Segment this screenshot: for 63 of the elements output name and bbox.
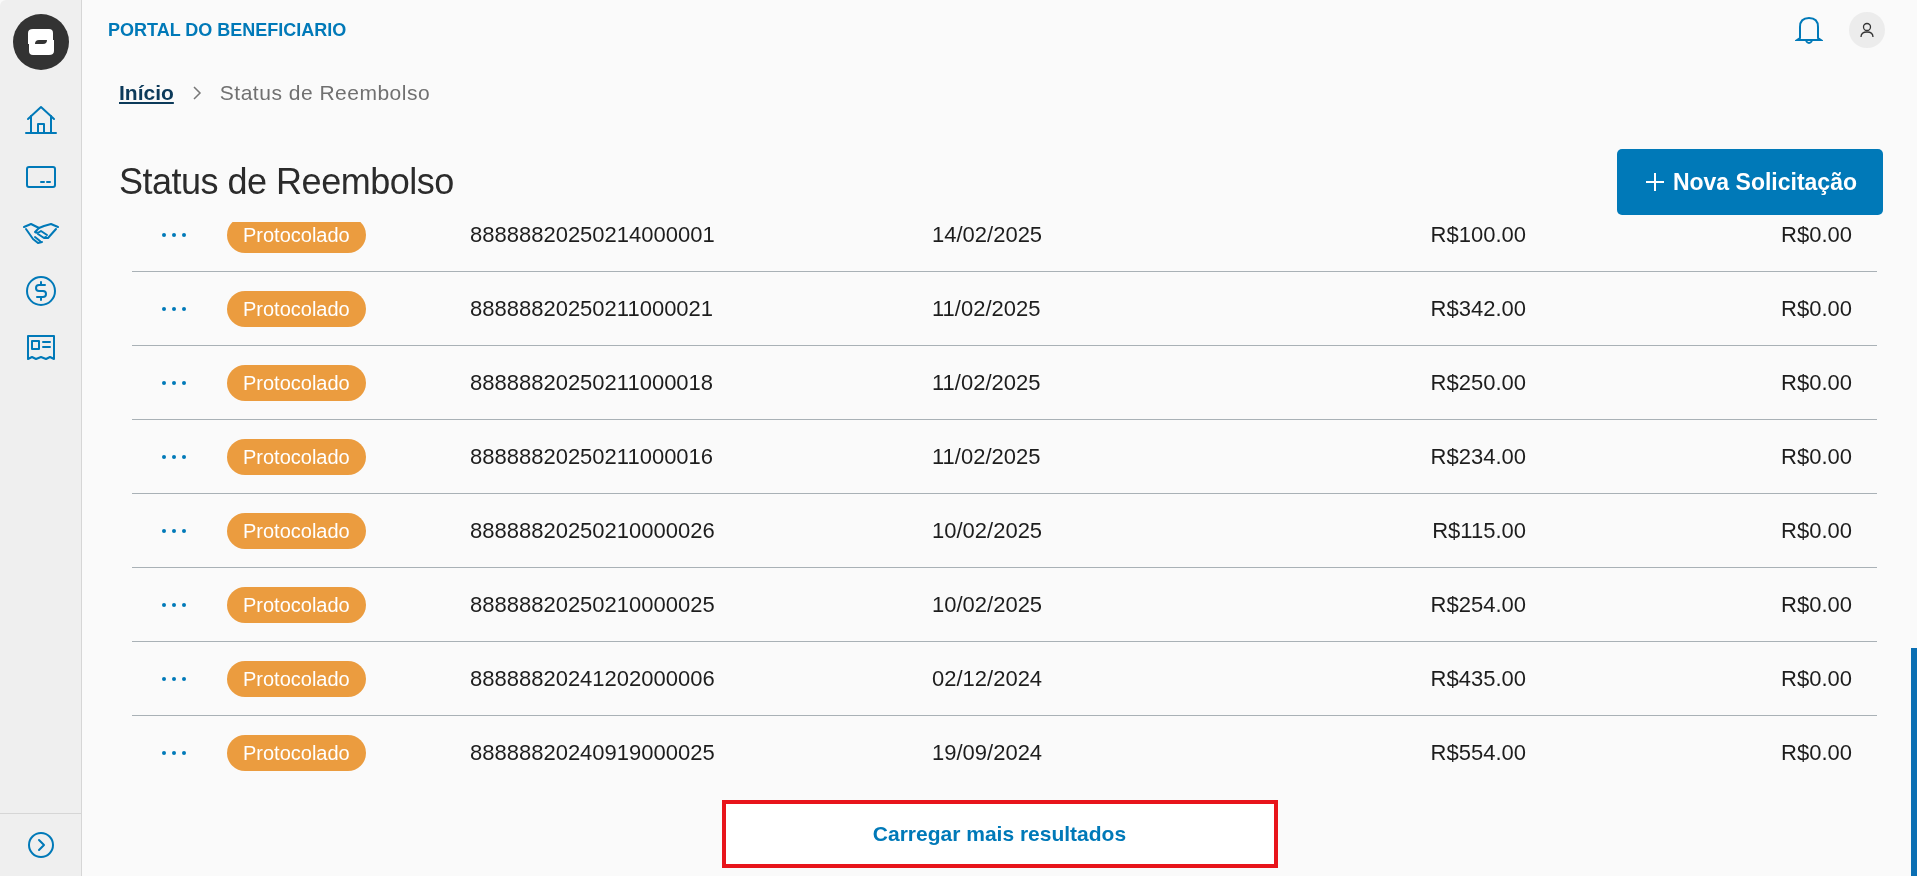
table-cell: R$554.00: [1430, 739, 1526, 766]
breadcrumb-link[interactable]: Início: [119, 81, 174, 105]
table-cell: R$0.00: [1781, 222, 1852, 248]
logo-icon: [12, 14, 69, 70]
table-cell: R$0.00: [1781, 369, 1852, 396]
table-cell: R$0.00: [1781, 517, 1852, 544]
more-icon[interactable]: [160, 231, 187, 238]
bell-icon[interactable]: [1795, 14, 1823, 46]
table-cell-text: 88888820250211000016: [469, 443, 715, 470]
portal-title: PORTAL DO BENEFICIARIO: [108, 19, 347, 41]
more-icon[interactable]: [160, 749, 187, 756]
status-badge: Protocolado: [227, 290, 366, 327]
status-badge: Protocolado: [227, 364, 366, 401]
more-icon[interactable]: [160, 527, 187, 534]
table-cell-text: 10/02/2025: [931, 517, 1044, 544]
table-cell: R$0.00: [1781, 591, 1852, 618]
table-cell: R$0.00: [1781, 295, 1852, 322]
status-badge: Protocolado: [227, 586, 366, 623]
new-request-button[interactable]: Nova Solicitação: [1616, 149, 1883, 215]
table-cell: R$0.00: [1781, 665, 1852, 692]
more-icon[interactable]: [160, 675, 187, 682]
status-badge: Protocolado: [227, 438, 366, 475]
table-cell-text: 19/09/2024: [931, 739, 1044, 766]
table-cell-text: 11/02/2025: [931, 443, 1042, 470]
table-cell-text: 88888820241202000006: [469, 665, 716, 692]
more-icon[interactable]: [160, 305, 187, 312]
chevron-icon: [191, 85, 202, 101]
table-cell: R$250.00: [1430, 369, 1526, 396]
dollar-icon[interactable]: [23, 274, 58, 308]
table-cell-text: 88888820250211000018: [469, 369, 715, 396]
table-cell-text: 88888820250210000026: [469, 517, 716, 544]
more-icon[interactable]: [160, 453, 187, 460]
table-cell: R$115.00: [1432, 517, 1526, 544]
more-icon[interactable]: [160, 379, 187, 386]
table-cell-text: 88888820250211000021: [469, 295, 715, 322]
status-badge: Protocolado: [227, 512, 366, 549]
table-cell: R$0.00: [1781, 443, 1852, 470]
table-cell-text: 11/02/2025: [931, 369, 1042, 396]
table-cell-text: 88888820240919000025: [469, 739, 716, 766]
page-title: Status de Reembolso: [119, 161, 454, 203]
home-icon[interactable]: [23, 103, 58, 137]
table-cell-text: 02/12/2024: [931, 665, 1044, 692]
table-cell: R$0.00: [1781, 739, 1852, 766]
breadcrumb-current: Status de Reembolso: [219, 81, 431, 105]
status-badge: Protocolado: [227, 734, 366, 771]
table-cell-text: 10/02/2025: [931, 591, 1044, 618]
table-cell: R$234.00: [1430, 443, 1526, 470]
expand-icon[interactable]: [25, 830, 56, 860]
status-badge: Protocolado: [227, 222, 366, 253]
plus-icon: [1644, 172, 1665, 192]
status-badge: Protocolado: [227, 660, 366, 697]
scrollbar-thumb[interactable]: [1911, 648, 1917, 876]
table-cell-text: 14/02/2025: [931, 222, 1044, 248]
load-more-button[interactable]: Carregar mais resultados: [721, 800, 1278, 868]
user-avatar[interactable]: [1849, 12, 1885, 48]
table-cell: R$342.00: [1430, 295, 1526, 322]
table-cell-text: 88888820250214000001: [469, 222, 716, 248]
table-cell-text: 88888820250210000025: [469, 591, 716, 618]
table-cell: R$254.00: [1430, 591, 1526, 618]
table-cell: R$435.00: [1430, 665, 1526, 692]
more-icon[interactable]: [160, 601, 187, 608]
table-cell: R$100.00: [1430, 222, 1526, 248]
table-cell-text: 11/02/2025: [931, 295, 1042, 322]
